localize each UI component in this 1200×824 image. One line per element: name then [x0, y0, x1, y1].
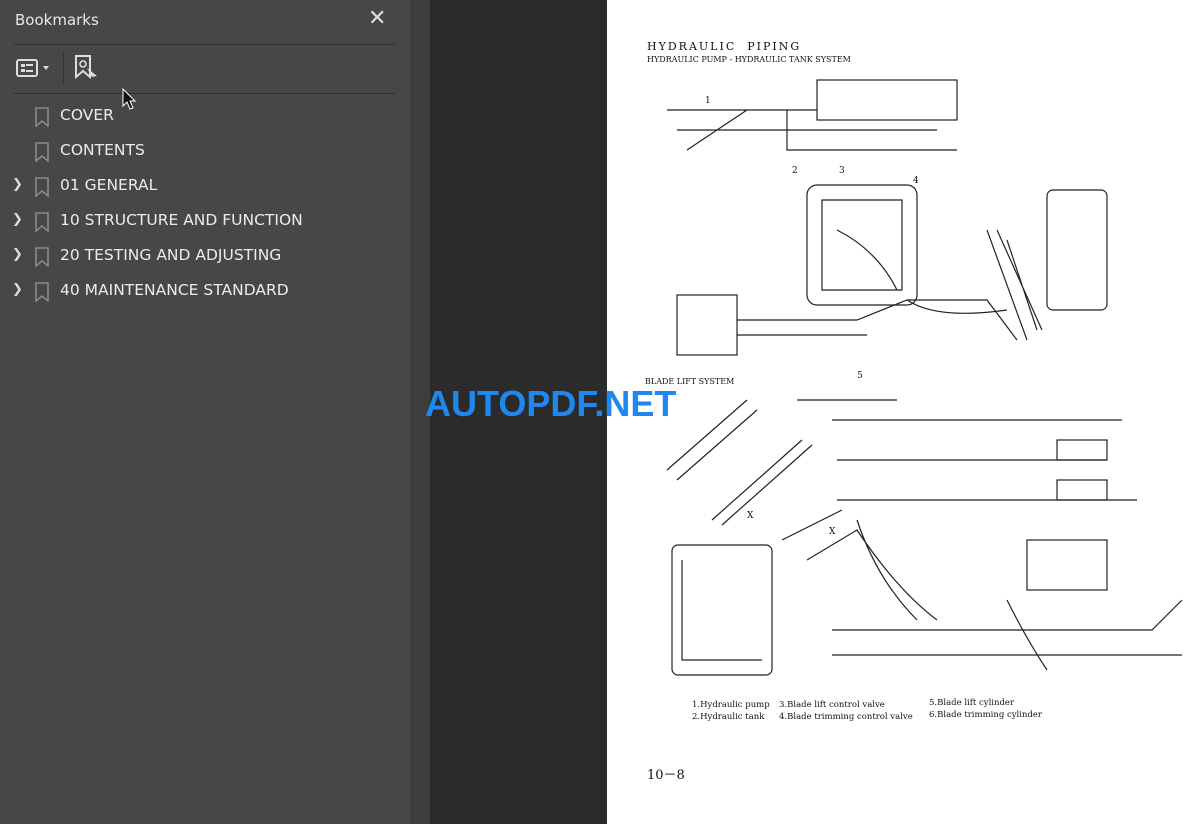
- page-number: 10－8: [647, 768, 685, 783]
- panel-title: Bookmarks: [15, 11, 99, 29]
- bookmark-icon: [35, 107, 49, 127]
- legend-3: 3.Blade lift control valve: [779, 700, 885, 710]
- expand-chevron-icon[interactable]: ❯: [12, 282, 23, 297]
- bookmark-label: CONTENTS: [60, 141, 145, 159]
- find-bookmark-icon: [75, 55, 97, 80]
- callout-4: 4: [913, 176, 919, 186]
- callout-3: 3: [839, 166, 845, 176]
- expand-chevron-icon[interactable]: ❯: [12, 247, 23, 262]
- bookmark-icon: [35, 212, 49, 232]
- divider: [14, 93, 395, 94]
- bookmark-label: 10 STRUCTURE AND FUNCTION: [60, 211, 303, 229]
- bookmark-item[interactable]: ❯ 01 GENERAL: [0, 171, 400, 201]
- pdf-page: HYDRAULIC PIPING HYDRAULIC PUMP - HYDRAU…: [607, 0, 1200, 824]
- bookmark-label: 40 MAINTENANCE STANDARD: [60, 281, 289, 299]
- bookmark-label: 01 GENERAL: [60, 176, 158, 194]
- toolbar-separator: [63, 52, 64, 84]
- bookmark-item[interactable]: ❯ 40 MAINTENANCE STANDARD: [0, 276, 400, 306]
- divider: [14, 44, 395, 45]
- bookmark-icon: [35, 142, 49, 162]
- expand-chevron-icon[interactable]: ❯: [12, 212, 23, 227]
- bookmark-item[interactable]: ❯ 20 TESTING AND ADJUSTING: [0, 241, 400, 271]
- find-bookmark-button[interactable]: [73, 54, 101, 82]
- callout-x2: X: [829, 527, 836, 537]
- bookmark-item[interactable]: COVER: [0, 101, 400, 131]
- bookmark-icon: [35, 177, 49, 197]
- legend-6: 6.Blade trimming cylinder: [929, 710, 1042, 720]
- legend-4: 4.Blade trimming control valve: [779, 712, 913, 722]
- options-button[interactable]: [15, 54, 55, 82]
- bookmarks-panel: Bookmarks ✕ COVER CONTENTS ❯ 01 GENERAL ❯ 10 …: [0, 0, 410, 824]
- callout-x: X: [747, 511, 754, 521]
- legend-2: 2.Hydraulic tank: [692, 712, 765, 722]
- bookmark-icon: [35, 247, 49, 267]
- bookmark-item[interactable]: ❯ 10 STRUCTURE AND FUNCTION: [0, 206, 400, 236]
- mouse-cursor-icon: [122, 88, 137, 110]
- bookmark-icon: [35, 282, 49, 302]
- callout-1: 1: [705, 96, 711, 106]
- legend-5: 5.Blade lift cylinder: [929, 698, 1015, 708]
- bookmark-label: COVER: [60, 106, 114, 124]
- bookmark-label: 20 TESTING AND ADJUSTING: [60, 246, 282, 264]
- watermark: AUTOPDF.NET: [425, 383, 677, 424]
- legend-1: 1.Hydraulic pump: [692, 700, 770, 710]
- close-icon[interactable]: ✕: [368, 6, 386, 31]
- list-options-icon: [16, 59, 49, 77]
- bookmark-item[interactable]: CONTENTS: [0, 136, 400, 166]
- expand-chevron-icon[interactable]: ❯: [12, 177, 23, 192]
- callout-2: 2: [792, 166, 798, 176]
- callout-5: 5: [857, 371, 863, 381]
